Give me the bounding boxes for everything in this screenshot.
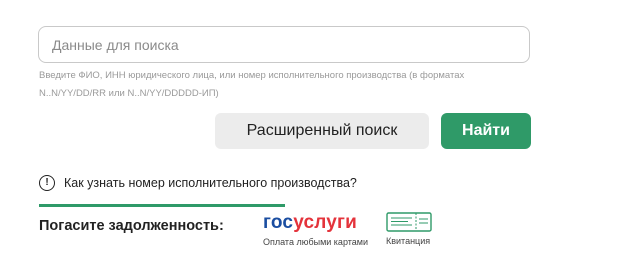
advanced-search-button[interactable]: Расширенный поиск — [215, 113, 429, 149]
gosuslugi-logo-part1: гос — [263, 212, 294, 233]
receipt-link[interactable]: Квитанция — [386, 212, 446, 252]
help-link[interactable]: Как узнать номер исполнительного произво… — [64, 176, 357, 190]
exclamation-circle-icon: ! — [39, 175, 55, 191]
gosuslugi-logo: госуслуги — [263, 212, 375, 234]
section-divider — [39, 204, 285, 207]
payment-label: Погасите задолженность: — [39, 218, 224, 234]
receipt-icon — [386, 212, 432, 232]
search-input[interactable] — [38, 26, 530, 63]
receipt-caption: Квитанция — [386, 236, 431, 246]
find-button[interactable]: Найти — [441, 113, 531, 149]
gosuslugi-caption: Оплата любыми картами — [263, 237, 368, 247]
search-hint: Введите ФИО, ИНН юридического лица, или … — [39, 70, 465, 99]
help-row: ! Как узнать номер исполнительного произ… — [39, 175, 357, 191]
gosuslugi-logo-part2: услуги — [293, 212, 358, 233]
gosuslugi-payment-link[interactable]: госуслуги Оплата любыми картами — [263, 212, 375, 252]
